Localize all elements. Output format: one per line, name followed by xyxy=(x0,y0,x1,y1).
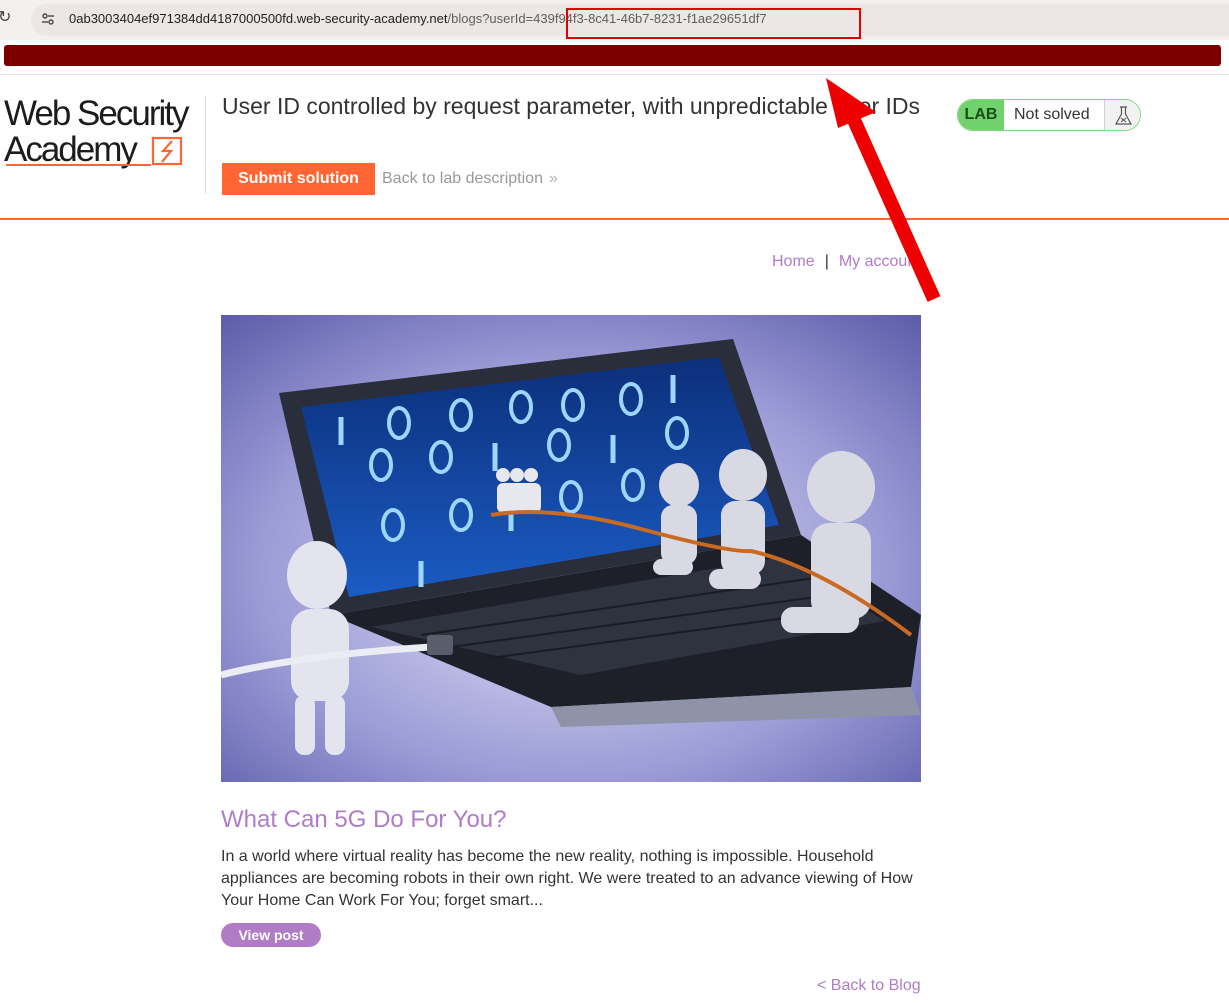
url-host: 0ab3003404ef971384dd4187000500fd.web-sec… xyxy=(69,11,448,26)
nav-home-link[interactable]: Home xyxy=(772,253,815,270)
post-summary: In a world where virtual reality has bec… xyxy=(221,848,913,909)
redaction-bar xyxy=(4,45,1221,66)
lab-status-badge: LAB Not solved xyxy=(957,99,1141,131)
top-navigation: Home | My account xyxy=(772,253,921,271)
lab-status-text: Not solved xyxy=(1014,106,1090,123)
reload-icon[interactable]: ↻ xyxy=(0,9,11,27)
header-divider xyxy=(205,96,206,194)
back-to-lab-description-label: Back to lab description xyxy=(382,170,543,187)
post-title[interactable]: What Can 5G Do For You? xyxy=(221,806,507,834)
web-security-academy-logo[interactable]: Web Security Academy xyxy=(4,96,204,168)
flask-icon xyxy=(1114,106,1133,125)
nav-my-account-link[interactable]: My account xyxy=(839,253,921,270)
chrome-divider xyxy=(0,74,1229,75)
view-post-button[interactable]: View post xyxy=(221,923,321,947)
lab-title: User ID controlled by request parameter,… xyxy=(222,93,920,119)
post-image xyxy=(221,315,921,782)
submit-solution-button[interactable]: Submit solution xyxy=(222,163,375,195)
back-to-blog-link[interactable]: < Back to Blog xyxy=(817,977,921,995)
lab-label: LAB xyxy=(958,100,1004,130)
double-chevron-right-icon: » xyxy=(548,170,558,187)
url-parameter-highlight xyxy=(566,8,861,39)
header-rule xyxy=(0,218,1229,220)
logo-line-1: Web Security xyxy=(4,94,190,133)
back-to-lab-description-link[interactable]: Back to lab description » xyxy=(382,170,558,188)
nav-separator: | xyxy=(824,253,829,270)
site-settings-icon[interactable] xyxy=(40,11,56,27)
flask-icon-box xyxy=(1104,100,1140,130)
laptop-illustration-icon xyxy=(221,315,921,782)
lightning-bolt-icon xyxy=(151,136,183,166)
logo-underline xyxy=(6,164,151,166)
